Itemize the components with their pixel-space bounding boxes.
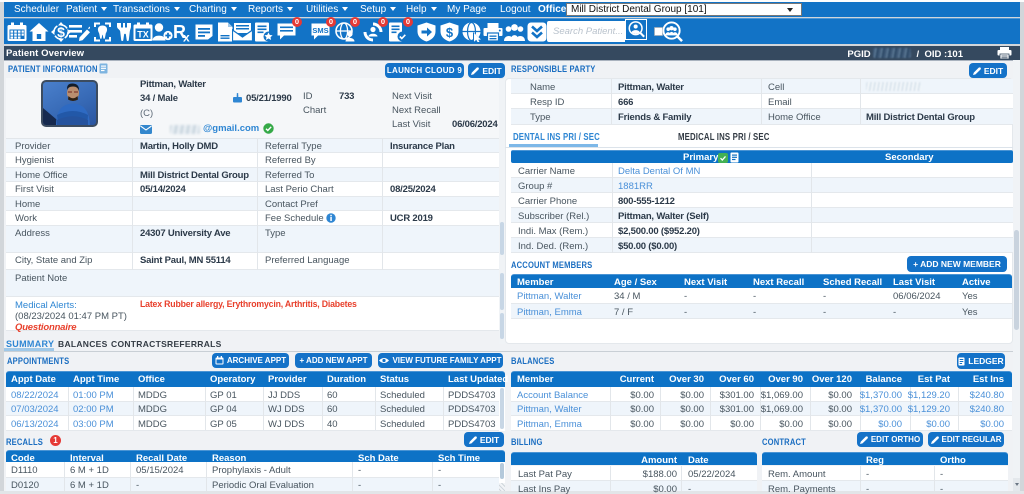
svg-text:x: x: [183, 30, 190, 42]
svg-text:$: $: [57, 24, 65, 40]
svg-text:$: $: [446, 25, 454, 40]
svg-text:SMS: SMS: [312, 26, 328, 35]
svg-text:TX: TX: [137, 29, 149, 39]
